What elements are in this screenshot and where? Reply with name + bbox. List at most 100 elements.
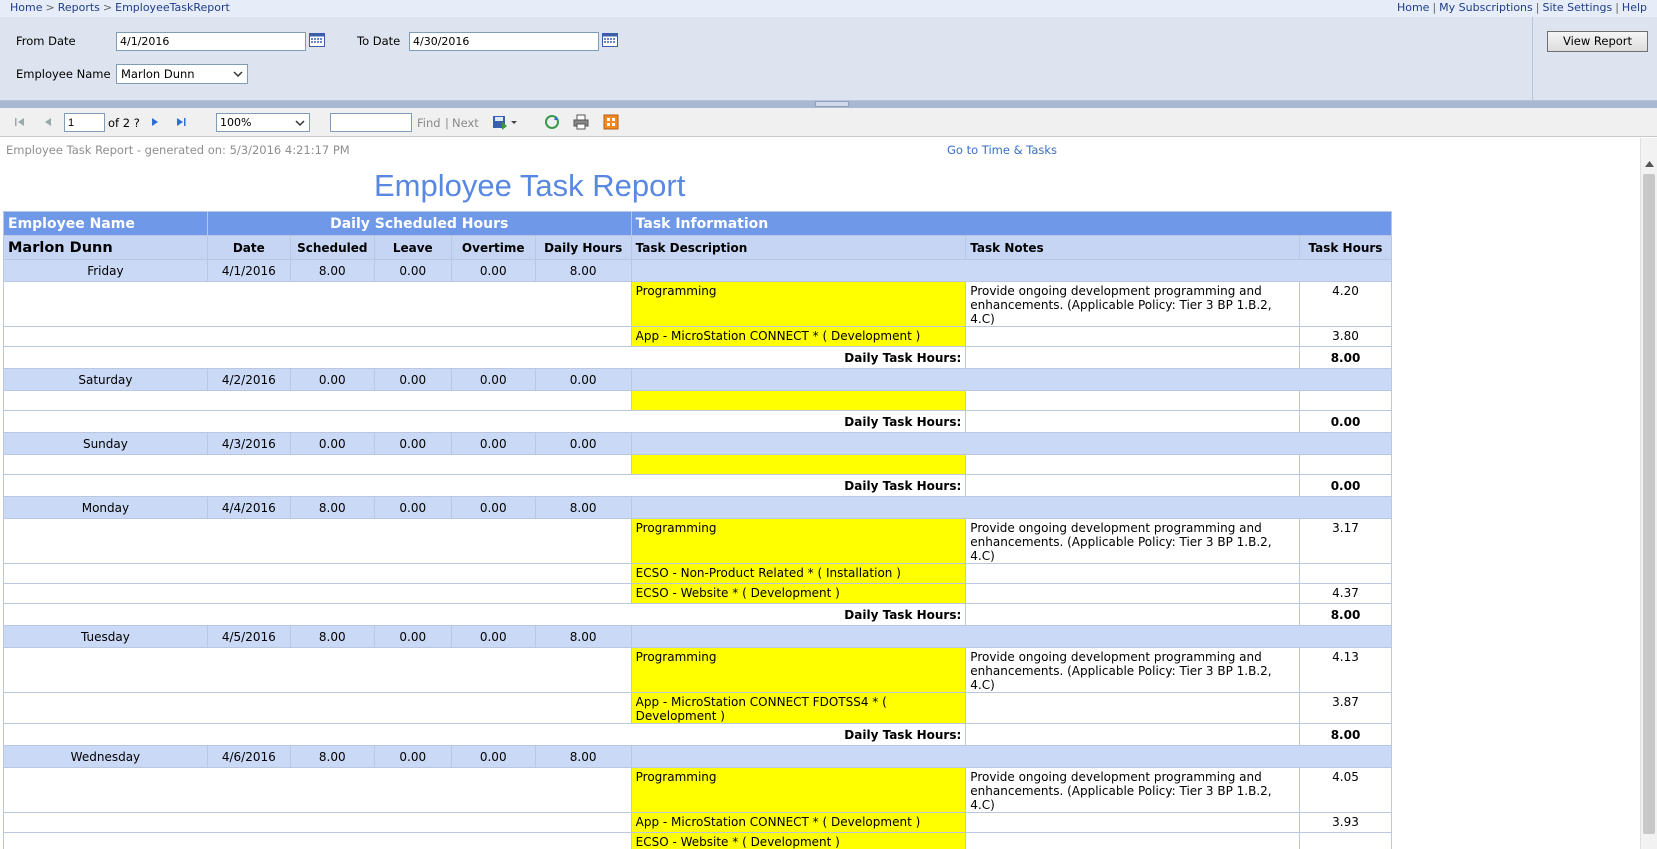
- link-help[interactable]: Help: [1622, 1, 1647, 14]
- day-daily-hours: 0.00: [534, 368, 632, 391]
- top-links: Home | My Subscriptions | Site Settings | Help: [1396, 1, 1647, 14]
- from-date-input[interactable]: [116, 32, 306, 51]
- parameters-splitter[interactable]: [0, 101, 1657, 108]
- task-row: App - MicroStation CONNECT * ( Developme…: [3, 812, 1393, 833]
- task-hours: 4.37: [1298, 583, 1393, 604]
- daily-total-row: Daily Task Hours: 8.00: [2, 723, 1393, 746]
- print-icon[interactable]: [573, 114, 589, 133]
- export-icon[interactable]: [492, 114, 520, 133]
- task-spacer: [3, 767, 632, 813]
- view-report-button[interactable]: View Report: [1547, 31, 1648, 52]
- day-row: Friday 4/1/2016 8.00 0.00 0.00 8.00: [3, 259, 1393, 282]
- find-link[interactable]: Find: [417, 116, 441, 130]
- report-viewer: Employee Task Report - generated on: 5/3…: [0, 138, 1640, 849]
- task-notes: [965, 454, 1300, 475]
- task-description-header: Task Description: [630, 235, 967, 260]
- daily-total-value: 0.00: [1298, 474, 1393, 497]
- goto-time-tasks-link[interactable]: Go to Time & Tasks: [947, 143, 1057, 157]
- refresh-icon[interactable]: [544, 114, 560, 133]
- page-number-input[interactable]: [64, 113, 105, 132]
- day-date: 4/2/2016: [206, 368, 291, 391]
- breadcrumb-current[interactable]: EmployeeTaskReport: [115, 1, 230, 14]
- employee-name: Marlon Dunn: [3, 235, 208, 260]
- daily-total-value: 8.00: [1298, 346, 1393, 369]
- calendar-icon[interactable]: [309, 32, 325, 47]
- daily-total-spacer: [965, 474, 1300, 497]
- task-description: [630, 454, 967, 475]
- scrollbar-thumb[interactable]: [1643, 174, 1655, 834]
- day-spacer: [630, 745, 1393, 768]
- employee-name-select[interactable]: Marlon Dunn: [116, 64, 248, 84]
- first-page-icon[interactable]: [13, 115, 27, 132]
- task-row: ECSO - Website * ( Development ): [3, 832, 1393, 849]
- task-row: ECSO - Website * ( Development ) 4.37: [3, 583, 1393, 604]
- task-hours: [1298, 832, 1393, 849]
- atom-feed-icon[interactable]: [603, 114, 619, 133]
- task-notes: Provide ongoing development programming …: [965, 518, 1300, 564]
- daily-total-label: Daily Task Hours:: [2, 346, 967, 369]
- day-row: Monday 4/4/2016 8.00 0.00 0.00 8.00: [3, 496, 1393, 519]
- day-row: Wednesday 4/6/2016 8.00 0.00 0.00 8.00: [3, 745, 1393, 768]
- chevron-down-icon: [293, 116, 307, 133]
- daily-total-row: Daily Task Hours: 0.00: [2, 474, 1393, 497]
- to-date-input[interactable]: [409, 32, 599, 51]
- day-daily-hours: 8.00: [534, 745, 632, 768]
- page-count: of 2 ?: [108, 116, 140, 130]
- day-overtime: 0.00: [450, 432, 536, 455]
- task-notes: [965, 692, 1300, 724]
- day-name: Monday: [3, 496, 208, 519]
- link-my-subscriptions[interactable]: My Subscriptions: [1439, 1, 1533, 14]
- report-table: Employee Name Daily Scheduled Hours Task…: [2, 211, 1393, 849]
- task-row: ECSO - Non-Product Related * ( Installat…: [3, 563, 1393, 584]
- task-description: ECSO - Website * ( Development ): [630, 583, 967, 604]
- vertical-scrollbar[interactable]: [1640, 138, 1657, 849]
- daily-total-spacer: [965, 410, 1300, 433]
- day-scheduled: 0.00: [289, 368, 375, 391]
- prev-page-icon[interactable]: [41, 115, 55, 132]
- find-next-link[interactable]: Next: [452, 116, 479, 130]
- day-leave: 0.00: [373, 259, 452, 282]
- day-spacer: [630, 259, 1393, 282]
- task-description: App - MicroStation CONNECT FDOTSS4 * ( D…: [630, 692, 967, 724]
- day-name: Friday: [3, 259, 208, 282]
- task-description: App - MicroStation CONNECT * ( Developme…: [630, 326, 967, 347]
- task-notes: [965, 583, 1300, 604]
- day-date: 4/4/2016: [206, 496, 291, 519]
- employee-name-label: Employee Name: [16, 67, 111, 81]
- generated-text: Employee Task Report - generated on: 5/3…: [6, 143, 350, 157]
- zoom-select[interactable]: 100%: [216, 113, 310, 132]
- chevron-down-icon: [231, 67, 245, 81]
- day-daily-hours: 8.00: [534, 496, 632, 519]
- day-daily-hours: 0.00: [534, 432, 632, 455]
- day-leave: 0.00: [373, 368, 452, 391]
- breadcrumb-home[interactable]: Home: [10, 1, 42, 14]
- day-date: 4/1/2016: [206, 259, 291, 282]
- find-text-input[interactable]: [330, 113, 412, 132]
- day-name: Wednesday: [3, 745, 208, 768]
- task-spacer: [3, 692, 632, 724]
- task-notes: [965, 563, 1300, 584]
- breadcrumb-reports[interactable]: Reports: [58, 1, 100, 14]
- day-spacer: [630, 496, 1393, 519]
- top-bar: Home > Reports > EmployeeTaskReport Home | My …: [0, 0, 1657, 17]
- daily-total-label: Daily Task Hours:: [2, 410, 967, 433]
- task-spacer: [3, 647, 632, 693]
- collapse-handle[interactable]: [815, 101, 849, 107]
- last-page-icon[interactable]: [174, 115, 188, 132]
- task-description: Programming: [630, 647, 967, 693]
- link-site-settings[interactable]: Site Settings: [1542, 1, 1612, 14]
- day-overtime: 0.00: [450, 368, 536, 391]
- daily-total-value: 8.00: [1298, 723, 1393, 746]
- task-hours: 3.80: [1298, 326, 1393, 347]
- day-overtime: 0.00: [450, 259, 536, 282]
- report-title: Employee Task Report: [374, 168, 686, 203]
- task-hours: 3.93: [1298, 812, 1393, 833]
- daily-total-row: Daily Task Hours: 0.00: [2, 410, 1393, 433]
- next-page-icon[interactable]: [148, 115, 162, 132]
- scroll-up-icon[interactable]: [1645, 156, 1654, 170]
- parameters-panel: From Date To Date Employee Name Marlon D…: [0, 17, 1657, 101]
- link-home[interactable]: Home: [1397, 1, 1429, 14]
- task-notes-header: Task Notes: [965, 235, 1300, 260]
- calendar-icon[interactable]: [602, 32, 618, 47]
- daily-total-label: Daily Task Hours:: [2, 603, 967, 626]
